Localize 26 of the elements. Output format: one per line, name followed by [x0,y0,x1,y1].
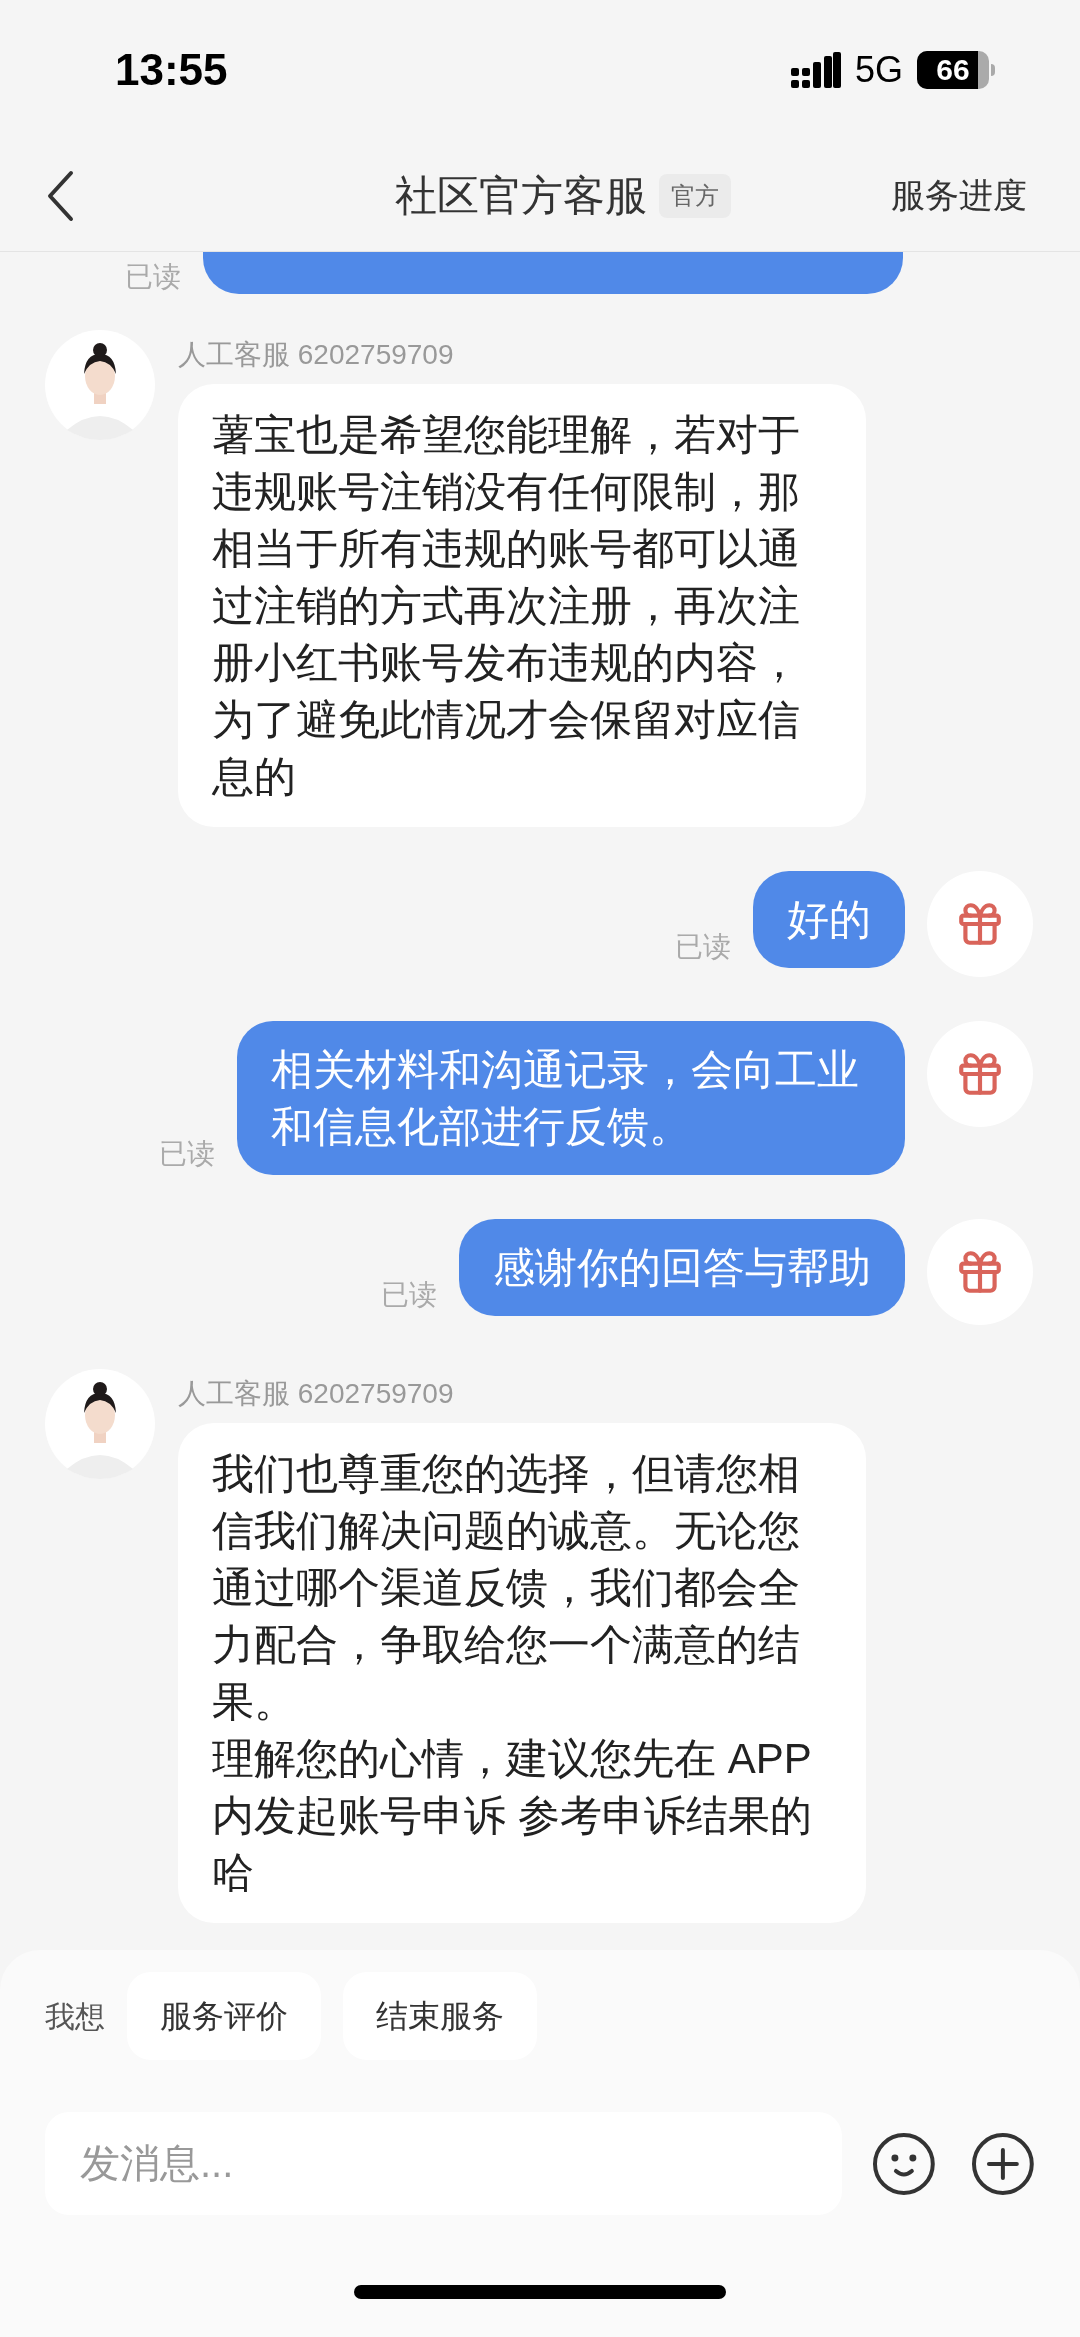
message-input[interactable]: 发消息... [45,2112,843,2215]
sender-name: 人工客服 6202759709 [178,338,455,372]
message-text: 薯宝也是希望您能理解，若对于违规账号注销没有任何限制，那相当于所有违规的账号都可以通过注销的方式再次注册，再次注册小红书账号发布违规的内容，为了避免此情况才会保留对应信息的 [212,410,801,802]
network-label: 5G [854,48,903,92]
back-icon[interactable] [45,169,75,222]
chat-title: 社区官方客服 [395,171,647,221]
quick-reply-chip[interactable]: 服务评价 [127,1972,321,2060]
emoji-icon[interactable] [872,2131,937,2196]
read-receipt: 已读 [125,260,181,294]
sender-name: 人工客服 6202759709 [178,1377,455,1411]
read-receipt: 已读 [381,1278,437,1312]
read-receipt: 已读 [675,930,731,964]
read-receipt: 已读 [159,1137,215,1171]
quick-reply-label: 我想 [45,1998,105,2035]
add-icon[interactable] [971,2131,1035,2196]
quick-reply-chip[interactable]: 结束服务 [343,1972,537,2060]
official-badge: 官方 [659,173,731,218]
battery-indicator: 66 [917,51,995,89]
signal-icon [790,52,841,88]
message-bubble: 相关材料和沟通记录，会向工业和信息化部进行反馈。 [237,1021,905,1175]
message-bubble: 好的 [753,871,905,968]
message-text: 理解您的心情，建议您先在 APP 内发起账号申诉 参考申诉结果的哈 [212,1734,813,1898]
status-time: 13:55 [115,44,228,96]
service-progress-link[interactable]: 服务进度 [891,170,1027,221]
message-text: 我们也尊重您的选择，但请您相信我们解决问题的诚意。无论您通过哪个渠道反馈，我们都会全力配合，争取给您一个满意的结果。 [212,1449,801,1727]
message-bubble: 感谢你的回答与帮助 [459,1219,905,1316]
